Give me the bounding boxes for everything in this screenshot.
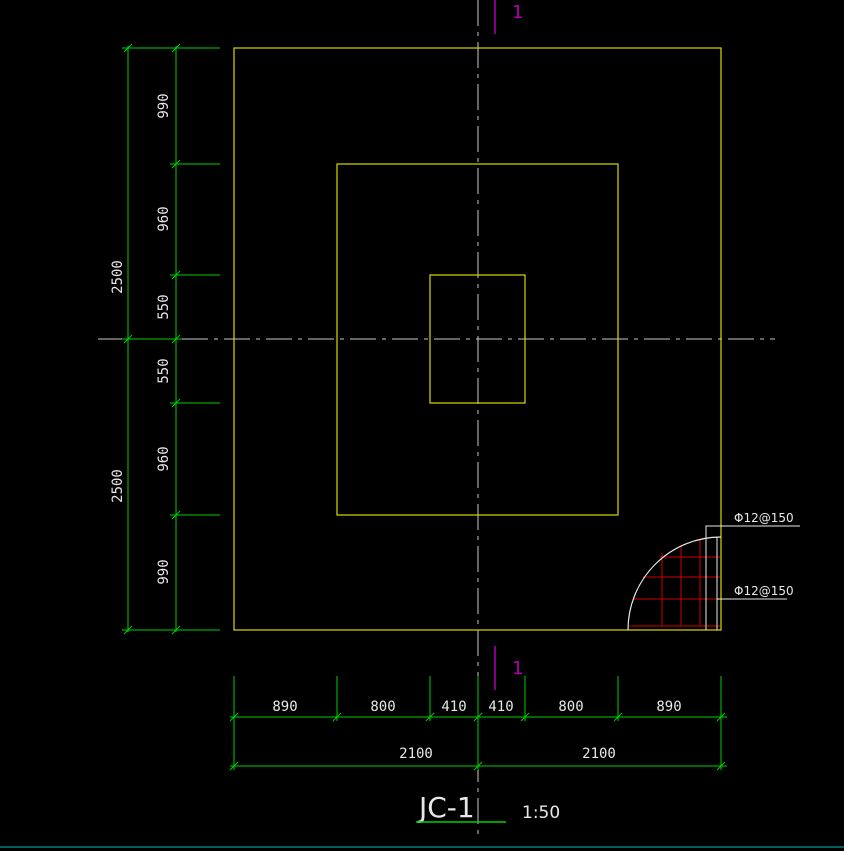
- drawing-title-block: JC-1 1:50: [416, 791, 560, 824]
- dim-bottom-inner-0: 890: [272, 699, 297, 715]
- rebar-detail: Φ12@150 Φ12@150: [627, 511, 800, 631]
- dim-left-outer-1: 2500: [110, 469, 126, 503]
- dim-bottom-outer-1: 2100: [582, 746, 616, 762]
- dim-left-inner-3: 550: [156, 358, 172, 383]
- dim-left-inner-5: 990: [156, 559, 172, 584]
- dim-left-inner-1: 960: [156, 206, 172, 231]
- dim-left-inner-2: 550: [156, 294, 172, 319]
- dim-left-inner-0: 990: [156, 93, 172, 118]
- section-marks: 1 1: [494, 0, 523, 690]
- dim-left-outer-0: 2500: [110, 260, 126, 294]
- dim-bottom-inner-1: 800: [370, 699, 395, 715]
- rebar-label-upper: Φ12@150: [734, 511, 794, 525]
- section-mark-top-label: 1: [512, 2, 523, 23]
- dim-bottom-inner-4: 800: [558, 699, 583, 715]
- bottom-dimensions: 890 800 410 410 800 890 2100 2100: [229, 676, 727, 771]
- section-mark-bottom-label: 1: [512, 658, 523, 679]
- drawing-scale: 1:50: [522, 803, 560, 823]
- rebar-detail-arc: [627, 536, 722, 631]
- dim-bottom-inner-2: 410: [441, 699, 466, 715]
- dim-left-inner-4: 960: [156, 446, 172, 471]
- dim-bottom-outer-0: 2100: [399, 746, 433, 762]
- foundation-drawing: 1 1 Φ12@150 Φ12@150 990 960 550 550 960 …: [0, 0, 844, 848]
- rebar-leader-upper: [705, 525, 800, 537]
- dim-bottom-inner-3: 410: [488, 699, 513, 715]
- dim-bottom-inner-5: 890: [656, 699, 681, 715]
- drawing-title: JC-1: [417, 791, 475, 824]
- rebar-label-lower: Φ12@150: [734, 584, 794, 598]
